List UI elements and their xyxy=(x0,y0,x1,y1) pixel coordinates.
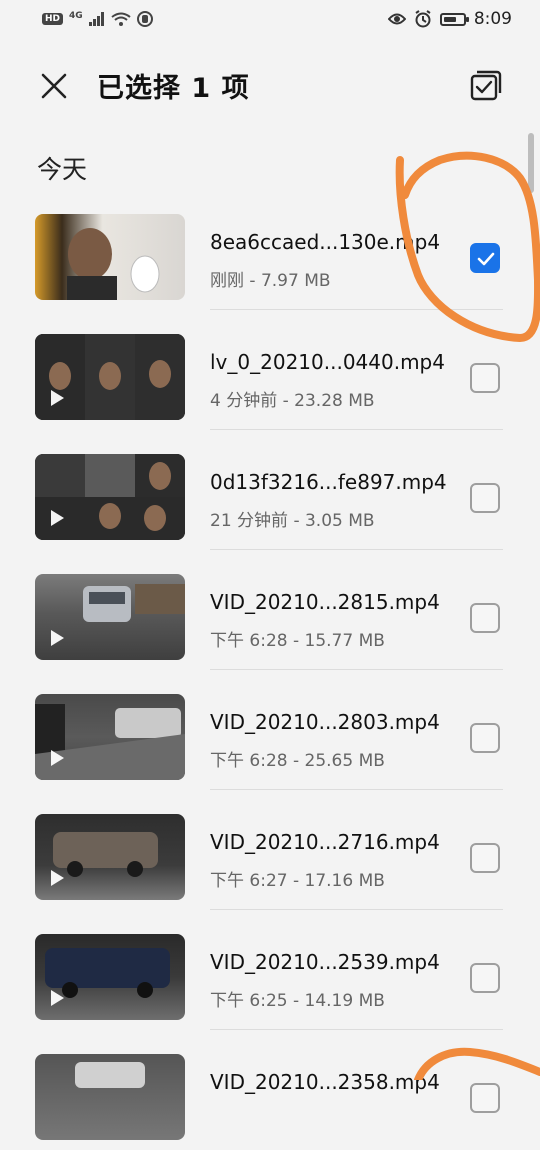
file-name: VID_20210...2539.mp4 xyxy=(210,950,440,974)
select-all-icon xyxy=(470,70,502,101)
file-meta: 刚刚 - 7.97 MB xyxy=(210,271,331,291)
wifi-icon xyxy=(111,12,131,26)
hd-badge: HD xyxy=(42,13,64,25)
video-thumbnail xyxy=(35,814,185,900)
close-icon xyxy=(41,73,67,99)
alarm-icon xyxy=(415,10,431,28)
play-icon xyxy=(51,750,64,766)
play-icon xyxy=(51,390,64,406)
status-right: 8:09 xyxy=(387,9,512,29)
file-name: VID_20210...2358.mp4 xyxy=(210,1070,440,1094)
list-item[interactable]: 0d13f3216...fe897.mp4 21 分钟前 - 3.05 MB xyxy=(0,430,540,550)
checkbox-checked[interactable] xyxy=(470,243,500,273)
file-name: VID_20210...2815.mp4 xyxy=(210,590,440,614)
file-meta: 下午 6:25 - 14.19 MB xyxy=(210,991,385,1011)
signal-icon xyxy=(88,12,104,26)
file-name: lv_0_20210...0440.mp4 xyxy=(210,350,445,374)
list-item[interactable]: VID_20210...2716.mp4 下午 6:27 - 17.16 MB xyxy=(0,790,540,910)
file-meta: 下午 6:28 - 25.65 MB xyxy=(210,751,385,771)
video-thumbnail xyxy=(35,1054,185,1140)
file-name: VID_20210...2716.mp4 xyxy=(210,830,440,854)
list-item[interactable]: VID_20210...2815.mp4 下午 6:28 - 15.77 MB xyxy=(0,550,540,670)
video-thumbnail xyxy=(35,334,185,420)
checkbox[interactable] xyxy=(470,483,500,513)
status-left: HD 4G xyxy=(42,11,153,27)
checkbox[interactable] xyxy=(470,843,500,873)
play-icon xyxy=(51,990,64,1006)
checkbox[interactable] xyxy=(470,363,500,393)
file-meta: 21 分钟前 - 3.05 MB xyxy=(210,511,375,531)
video-thumbnail xyxy=(35,694,185,780)
battery-icon xyxy=(439,12,469,26)
file-meta: 下午 6:28 - 15.77 MB xyxy=(210,631,385,651)
file-name: VID_20210...2803.mp4 xyxy=(210,710,440,734)
list-item[interactable]: 8ea6ccaed...130e.mp4 刚刚 - 7.97 MB xyxy=(0,190,540,310)
select-all-button[interactable] xyxy=(466,65,506,105)
checkbox[interactable] xyxy=(470,723,500,753)
play-icon xyxy=(51,510,64,526)
list-item[interactable]: VID_20210...2358.mp4 xyxy=(0,1030,540,1150)
shield-icon xyxy=(136,11,153,27)
file-list: 8ea6ccaed...130e.mp4 刚刚 - 7.97 MB lv_0_2… xyxy=(0,190,540,1150)
list-item[interactable]: lv_0_20210...0440.mp4 4 分钟前 - 23.28 MB xyxy=(0,310,540,430)
checkbox[interactable] xyxy=(470,963,500,993)
status-bar: HD 4G 8:09 xyxy=(0,0,540,40)
network-type: 4G xyxy=(69,11,83,21)
list-item[interactable]: VID_20210...2539.mp4 下午 6:25 - 14.19 MB xyxy=(0,910,540,1030)
checkbox[interactable] xyxy=(470,1083,500,1113)
list-item[interactable]: VID_20210...2803.mp4 下午 6:28 - 25.65 MB xyxy=(0,670,540,790)
check-icon xyxy=(477,252,495,266)
section-header-today: 今天 xyxy=(37,155,88,184)
video-thumbnail xyxy=(35,934,185,1020)
selection-header: 已选择 1 项 xyxy=(0,50,540,116)
file-meta: 下午 6:27 - 17.16 MB xyxy=(210,871,385,891)
file-name: 0d13f3216...fe897.mp4 xyxy=(210,470,447,494)
play-icon xyxy=(51,630,64,646)
status-time: 8:09 xyxy=(473,9,512,29)
video-thumbnail xyxy=(35,454,185,540)
video-thumbnail xyxy=(35,574,185,660)
file-name: 8ea6ccaed...130e.mp4 xyxy=(210,230,441,254)
eye-icon xyxy=(387,13,406,25)
play-icon xyxy=(51,870,64,886)
scrollbar[interactable] xyxy=(528,133,534,193)
file-meta: 4 分钟前 - 23.28 MB xyxy=(210,391,375,411)
checkbox[interactable] xyxy=(470,603,500,633)
close-button[interactable] xyxy=(34,66,74,106)
page-title: 已选择 1 项 xyxy=(97,73,250,104)
video-thumbnail xyxy=(35,214,185,300)
